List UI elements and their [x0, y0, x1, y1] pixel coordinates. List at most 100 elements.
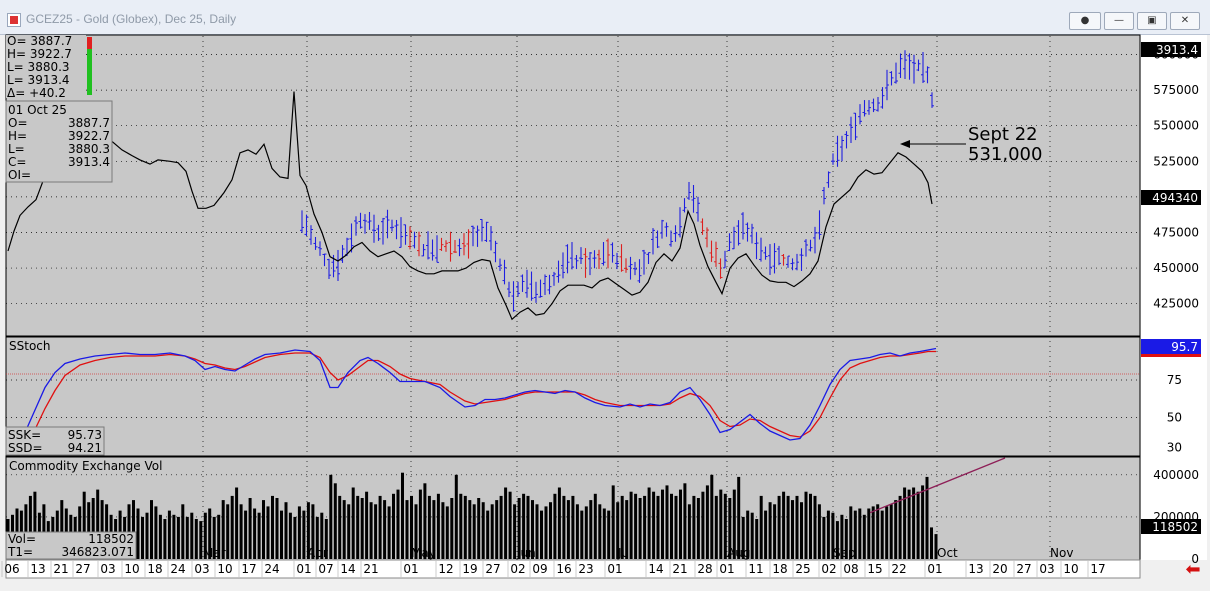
- volume-bar: [638, 498, 642, 559]
- volume-bar: [643, 495, 647, 559]
- volume-bar: [158, 514, 162, 559]
- volume-bar: [634, 493, 638, 559]
- volume-bar: [773, 504, 777, 559]
- volume-title: Commodity Exchange Vol: [9, 459, 162, 473]
- day-label: 27: [75, 562, 90, 576]
- ohlc-row-open: O= 3887.7: [7, 34, 72, 48]
- chart-canvas: 4250004500004750005000005250005500005750…: [1, 34, 1207, 579]
- date-info-low: 3880.3: [68, 142, 110, 156]
- volume-bar: [647, 487, 651, 559]
- volume-bar: [288, 512, 292, 559]
- day-label: 21: [672, 562, 687, 576]
- day-label: 02: [821, 562, 836, 576]
- volume-bar: [557, 487, 561, 559]
- volume-bar: [338, 495, 342, 559]
- volume-bar: [369, 502, 373, 559]
- volume-bar: [813, 495, 817, 559]
- vol-value: 118502: [88, 532, 134, 546]
- volume-bar: [351, 487, 355, 559]
- day-label: 03: [100, 562, 115, 576]
- annotation-date: Sept 22: [968, 124, 1038, 145]
- day-label: 01: [296, 562, 311, 576]
- volume-bar: [719, 489, 723, 559]
- volume-bar: [894, 500, 898, 559]
- volume-bar: [342, 500, 346, 559]
- volume-bar: [571, 495, 575, 559]
- minimize-button[interactable]: —: [1104, 12, 1134, 30]
- day-label: 10: [124, 562, 139, 576]
- volume-bar: [167, 510, 171, 559]
- back-arrow-icon[interactable]: ⬅: [1180, 560, 1206, 580]
- day-label: 27: [485, 562, 500, 576]
- ti-value: 346823.071: [61, 545, 134, 559]
- day-label: 24: [170, 562, 185, 576]
- volume-bar: [244, 510, 248, 559]
- volume-bar: [450, 498, 454, 559]
- month-label: Nov: [1050, 546, 1073, 560]
- volume-bar: [795, 495, 799, 559]
- volume-bar: [930, 527, 933, 559]
- day-label: 03: [1039, 562, 1054, 576]
- volume-bar: [786, 495, 790, 559]
- month-label: Mar: [203, 546, 226, 560]
- volume-bar: [401, 472, 404, 559]
- day-label: 25: [795, 562, 810, 576]
- month-label: Jul: [617, 546, 632, 560]
- day-label: 01: [403, 562, 418, 576]
- price-tick-label: 475000: [1153, 225, 1199, 239]
- volume-bar: [477, 498, 481, 559]
- volume-bar: [383, 500, 387, 559]
- volume-bar: [504, 487, 508, 559]
- close-button[interactable]: ✕: [1170, 12, 1200, 30]
- day-label: 19: [462, 562, 477, 576]
- day-label: 07: [318, 562, 333, 576]
- volume-bar: [696, 498, 700, 559]
- day-label: 09: [532, 562, 547, 576]
- ssk-label: SSK=: [8, 428, 41, 442]
- volume-tag: 118502: [1152, 520, 1198, 534]
- volume-bar: [347, 504, 351, 559]
- volume-bar: [495, 500, 499, 559]
- pin-button[interactable]: ●: [1069, 12, 1101, 30]
- price-panel: [5, 34, 1141, 337]
- volume-bar: [782, 491, 786, 559]
- volume-bar: [710, 474, 714, 559]
- volume-bar: [266, 506, 270, 559]
- day-label: 24: [264, 562, 279, 576]
- date-info-close-label: C=: [8, 155, 26, 169]
- volume-bar: [499, 495, 503, 559]
- volume-bar: [670, 493, 673, 559]
- day-label: 06: [4, 562, 19, 576]
- day-label: 14: [340, 562, 355, 576]
- price-tag: 3913.4: [1156, 43, 1198, 57]
- day-label: 14: [648, 562, 663, 576]
- day-label: 17: [1090, 562, 1105, 576]
- day-label: 10: [1063, 562, 1078, 576]
- volume-bar: [885, 506, 889, 559]
- volume-bar: [701, 491, 705, 559]
- ssd-value: 94.21: [68, 441, 102, 455]
- volume-bar: [293, 516, 297, 559]
- day-label: 16: [556, 562, 571, 576]
- volume-bar: [880, 510, 884, 559]
- chart-window: GCEZ25 - Gold (Globex), Dec 25, Daily ● …: [0, 0, 1210, 591]
- volume-bar: [508, 491, 512, 559]
- volume-bar: [580, 510, 584, 559]
- stoch-tag: 95.7: [1171, 340, 1198, 354]
- volume-bar: [199, 521, 203, 559]
- maximize-button[interactable]: ▣: [1137, 12, 1167, 30]
- day-label: 18: [772, 562, 787, 576]
- volume-bar: [750, 512, 754, 559]
- volume-bar: [822, 516, 826, 559]
- volume-bar: [405, 500, 409, 559]
- date-info-open: 3887.7: [68, 116, 110, 130]
- day-label: 13: [968, 562, 983, 576]
- day-label: 02: [510, 562, 525, 576]
- price-tick-label: 525000: [1153, 154, 1199, 168]
- volume-bar: [248, 498, 252, 559]
- volume-bar: [226, 504, 230, 559]
- volume-bar: [181, 504, 185, 559]
- ohlc-row-last: L= 3913.4: [7, 73, 70, 87]
- change-bar-green: [87, 49, 92, 95]
- month-label: Aug: [727, 546, 750, 560]
